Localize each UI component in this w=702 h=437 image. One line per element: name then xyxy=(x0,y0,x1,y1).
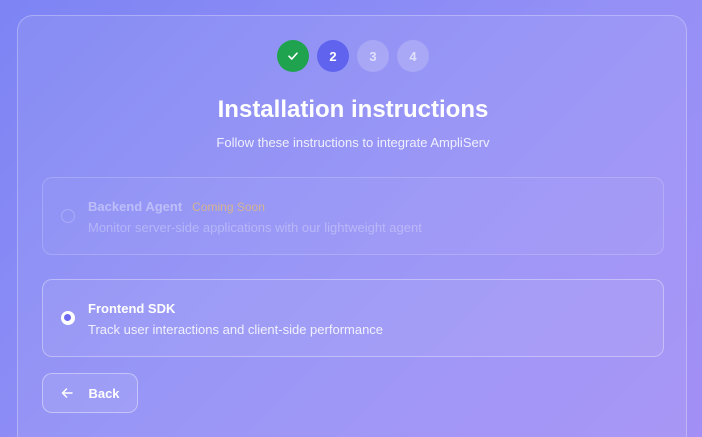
option-description: Track user interactions and client-side … xyxy=(88,322,384,337)
coming-soon-badge: Coming Soon xyxy=(192,200,265,214)
option-backend-agent: Backend Agent Coming Soon Monitor server-… xyxy=(42,177,664,255)
stepper: 2 3 4 xyxy=(18,40,688,72)
step-1-complete[interactable] xyxy=(277,40,309,72)
step-3-pending[interactable]: 3 xyxy=(357,40,389,72)
back-button-label: Back xyxy=(88,385,120,401)
option-description: Monitor server-side applications with ou… xyxy=(88,220,422,235)
step-2-active[interactable]: 2 xyxy=(317,40,349,72)
install-card: 2 3 4 Installation instructions Follow t… xyxy=(17,15,687,437)
check-icon xyxy=(288,52,298,60)
frontend-sdk-title: Frontend SDK xyxy=(88,301,176,316)
page-subtitle: Follow these instructions to integrate A… xyxy=(216,135,490,150)
page-title: Installation instructions xyxy=(217,96,489,123)
frontend-sdk-radio[interactable] xyxy=(61,311,75,325)
option-frontend-sdk[interactable]: Frontend SDK Track user interactions and… xyxy=(42,279,664,357)
backend-agent-title: Backend Agent xyxy=(88,199,183,214)
option-title: Backend Agent Coming Soon xyxy=(88,199,265,214)
arrow-left-icon xyxy=(62,388,74,398)
step-4-pending[interactable]: 4 xyxy=(397,40,429,72)
backend-agent-radio xyxy=(61,209,75,223)
back-button[interactable]: Back xyxy=(42,373,138,413)
